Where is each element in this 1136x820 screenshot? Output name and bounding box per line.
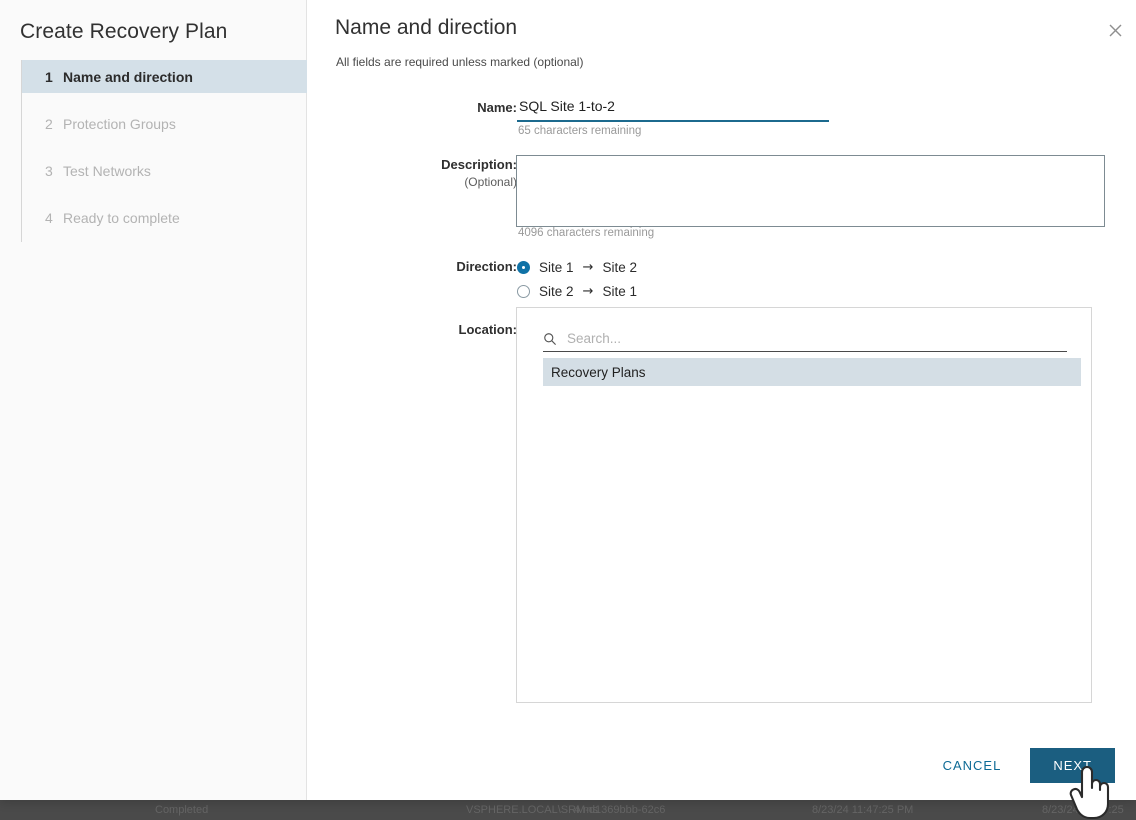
wizard-title: Create Recovery Plan [0,0,306,44]
step-label: Ready to complete [63,210,180,226]
radio-to-label: Site 2 [602,260,637,275]
wizard-footer: CANCEL NEXT [928,748,1115,783]
description-sublabel: (Optional) [317,175,517,189]
step-number: 3 [45,163,63,179]
step-rail [21,60,22,242]
sidebar-step-ready-to-complete[interactable]: 4 Ready to complete [21,201,306,234]
step-number: 1 [45,69,63,85]
create-recovery-plan-wizard: Create Recovery Plan 1 Name and directio… [0,0,1136,800]
next-button[interactable]: NEXT [1030,748,1115,783]
step-label: Protection Groups [63,116,176,132]
page-subtitle: All fields are required unless marked (o… [336,55,583,69]
wizard-sidebar: Create Recovery Plan 1 Name and directio… [0,0,307,800]
location-picker-panel: Recovery Plans [516,307,1092,703]
task-start-time: 8/23/24 11:47:25 PM [812,804,913,816]
direction-label: Direction: [317,259,517,274]
sidebar-step-protection-groups[interactable]: 2 Protection Groups [21,107,306,140]
location-label: Location: [317,322,517,337]
arrow-right-icon: → [583,260,594,275]
name-characters-remaining: 65 characters remaining [518,125,641,137]
location-item-label: Recovery Plans [551,365,646,380]
sidebar-step-name-and-direction[interactable]: 1 Name and direction [21,60,307,93]
wizard-content: Name and direction All fields are requir… [307,0,1136,800]
location-search-input[interactable] [567,331,1047,346]
step-label: Test Networks [63,163,151,179]
search-icon [543,332,557,346]
task-initiator: VSPHERE.LOCAL\SRM-d1369bbb-62c6 [466,804,665,816]
radio-indicator-icon [517,261,530,274]
page-title: Name and direction [335,16,517,40]
wizard-step-list: 1 Name and direction 2 Protection Groups… [0,60,306,234]
location-search-row [543,326,1067,352]
arrow-right-icon: → [583,284,594,299]
radio-from-label: Site 1 [539,260,574,275]
task-duration: 4 ms [574,804,598,816]
name-input[interactable] [517,94,829,122]
close-icon[interactable] [1103,20,1127,44]
step-number: 4 [45,210,63,226]
location-item-recovery-plans[interactable]: Recovery Plans [543,358,1081,386]
step-number: 2 [45,116,63,132]
task-end-time: 8/23/24 11:47:25 [1042,804,1124,816]
radio-site1-to-site2[interactable]: Site 1 → Site 2 [517,257,637,277]
name-label: Name: [317,100,517,115]
cancel-button[interactable]: CANCEL [928,749,1017,782]
radio-to-label: Site 1 [602,284,637,299]
background-task-bar: Completed VSPHERE.LOCAL\SRM-d1369bbb-62c… [0,800,1136,820]
step-label: Name and direction [63,69,193,85]
sidebar-step-test-networks[interactable]: 3 Test Networks [21,154,306,187]
radio-indicator-icon [517,285,530,298]
radio-from-label: Site 2 [539,284,574,299]
description-input[interactable] [516,155,1105,227]
description-label: Description: [317,157,517,172]
radio-site2-to-site1[interactable]: Site 2 → Site 1 [517,281,637,301]
task-status: Completed [155,804,208,816]
description-characters-remaining: 4096 characters remaining [518,227,654,239]
